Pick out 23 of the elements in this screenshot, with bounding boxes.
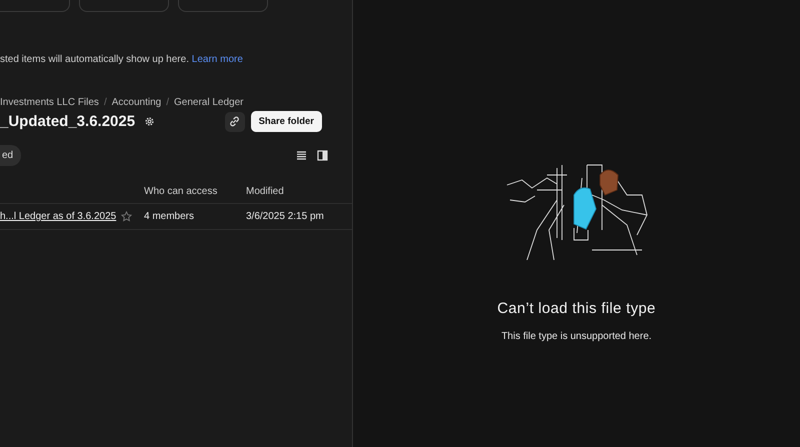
panel-icon[interactable] [317, 150, 328, 161]
column-header[interactable]: Modified [246, 186, 348, 197]
folder-title: _Updated_3.6.2025 [0, 113, 136, 130]
star-icon[interactable] [121, 211, 132, 222]
file-name-link[interactable]: h...l Ledger as of 3.6.2025 [0, 211, 116, 222]
link-icon [229, 116, 240, 127]
breadcrumb-separator: / [166, 97, 169, 108]
access-cell-text: 4 members [144, 211, 196, 222]
breadcrumb-item[interactable]: General Ledger [174, 97, 244, 108]
filter-chip[interactable]: ed [0, 145, 22, 166]
breadcrumb-item[interactable]: Investments LLC Files [0, 97, 99, 108]
copy-link-button[interactable] [224, 112, 245, 132]
help-text: sted items will automatically show up here. Learn more [0, 54, 244, 65]
modified-cell-text: 3/6/2025 2:15 pm [246, 211, 325, 222]
column-header[interactable]: Who can access [144, 186, 246, 197]
preview-message: This file type is unsupported here. [501, 331, 652, 342]
breadcrumb-separator: / [104, 97, 107, 108]
settings-icon[interactable] [144, 116, 156, 127]
list-view-icon[interactable] [296, 150, 307, 161]
breadcrumb-item[interactable]: Accounting [112, 97, 162, 108]
share-folder-button[interactable]: Share folder [250, 111, 322, 132]
learn-more-link[interactable]: Learn more [192, 54, 243, 65]
preview-heading: Can’t load this file type [497, 300, 656, 317]
